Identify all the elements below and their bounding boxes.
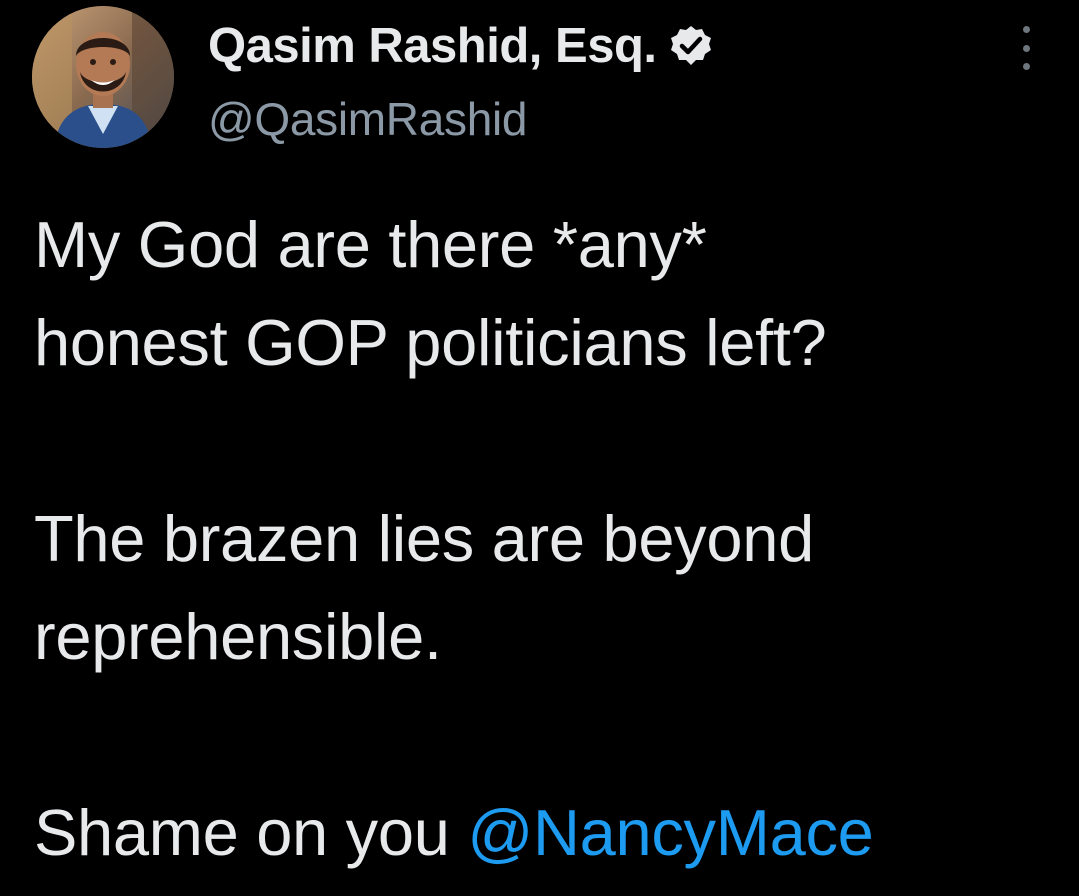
- mention-link[interactable]: @NancyMace: [467, 796, 873, 869]
- more-options-button[interactable]: [1010, 26, 1042, 70]
- author-header: Qasim Rashid, Esq. @QasimRashid: [208, 14, 713, 146]
- verified-badge-icon: [669, 24, 713, 68]
- profile-photo-icon: [32, 6, 174, 148]
- tweet-line: My God are there *any*: [34, 208, 707, 281]
- tweet-line: reprehensible.: [34, 600, 442, 673]
- author-handle[interactable]: @QasimRashid: [208, 92, 713, 146]
- tweet-line: The brazen lies are beyond: [34, 502, 814, 575]
- tweet-text-prefix: Shame on you: [34, 796, 468, 869]
- tweet-card: Qasim Rashid, Esq. @QasimRashid My God a…: [0, 0, 1079, 896]
- tweet-line-mention: Shame on you @NancyMace: [34, 784, 1064, 882]
- more-vertical-icon-dot: [1022, 44, 1030, 52]
- author-avatar[interactable]: [32, 6, 174, 148]
- tweet-text: My God are there *any* honest GOP politi…: [34, 196, 1064, 882]
- name-row: Qasim Rashid, Esq.: [208, 14, 713, 78]
- tweet-line: honest GOP politicians left?: [34, 306, 827, 379]
- author-display-name[interactable]: Qasim Rashid, Esq.: [208, 18, 657, 74]
- more-vertical-icon: [1022, 26, 1030, 33]
- more-vertical-icon-dot: [1022, 63, 1030, 70]
